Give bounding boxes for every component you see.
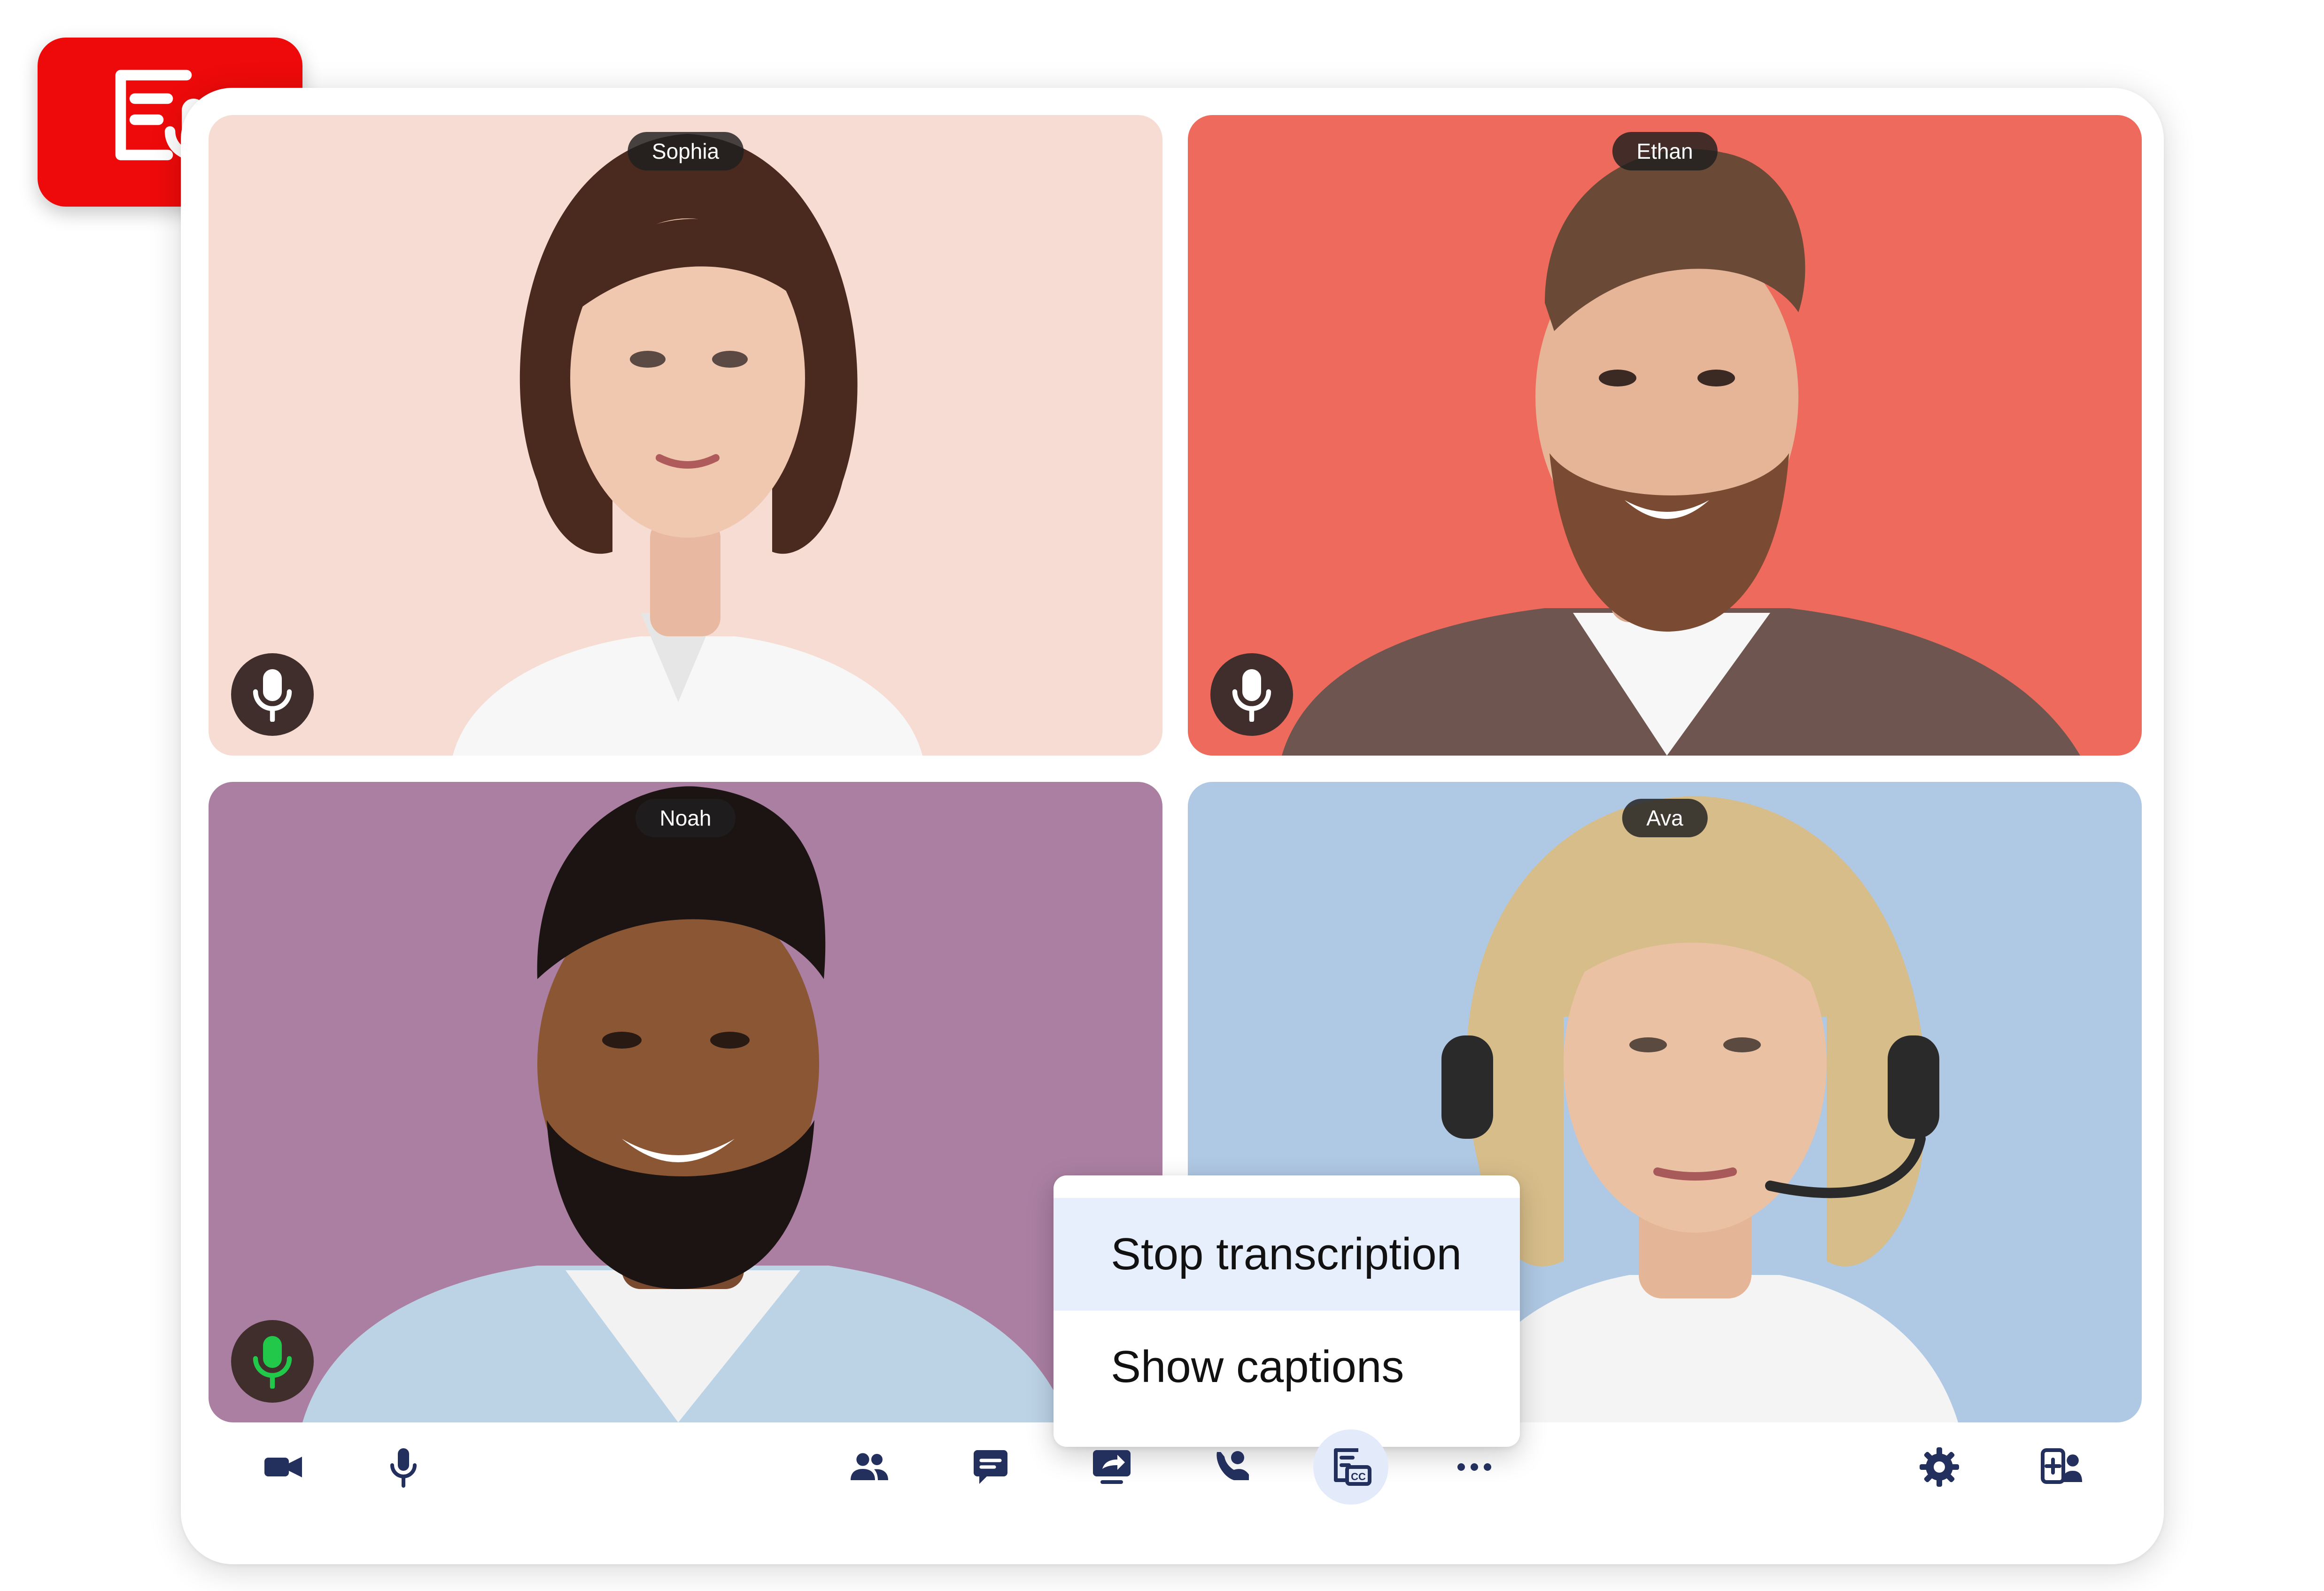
transcription-captions-icon: CC [1334,1448,1371,1486]
participant-name: Noah [635,799,736,837]
chat-icon [974,1450,1007,1484]
video-tile-noah[interactable]: Noah [209,782,1162,1422]
transcription-button[interactable]: CC [1313,1429,1388,1505]
microphone-icon [253,669,292,722]
participants-button[interactable] [834,1432,905,1502]
microphone-icon [390,1448,417,1488]
more-options-button[interactable] [1439,1432,1510,1502]
participant-name: Ethan [1612,132,1718,170]
video-tile-ethan[interactable]: Ethan [1188,115,2142,756]
participant-video-sophia [453,134,922,756]
video-camera-icon [264,1457,302,1477]
participant-video-noah [302,786,1068,1422]
settings-button[interactable] [1904,1432,1975,1502]
transcription-menu: Stop transcription Show captions [1054,1175,1520,1447]
participant-name: Ava [1622,799,1708,837]
more-options-icon [1457,1463,1491,1471]
chat-button[interactable] [955,1432,1026,1502]
share-screen-button[interactable] [1077,1432,1147,1502]
mic-status [231,653,314,736]
microphone-button[interactable] [368,1432,439,1502]
show-captions-menu-item[interactable]: Show captions [1054,1311,1520,1423]
participant-name: Sophia [627,132,744,170]
settings-icon [1920,1447,1959,1487]
phone-person-icon [1216,1451,1249,1480]
stop-transcription-menu-item[interactable]: Stop transcription [1054,1198,1520,1311]
camera-button[interactable] [248,1432,318,1502]
microphone-icon [253,1336,292,1389]
call-button[interactable] [1197,1432,1267,1502]
video-tile-sophia[interactable]: Sophia [209,115,1162,756]
add-participant-icon [2041,1448,2082,1484]
mic-status [1210,653,1293,736]
svg-text:CC: CC [1351,1471,1366,1483]
add-participant-button[interactable] [2026,1432,2097,1502]
participant-video-ethan [1282,149,2080,756]
mic-status-speaking [231,1320,314,1403]
microphone-icon [1232,669,1271,722]
participants-icon [851,1453,888,1480]
share-screen-icon [1093,1450,1131,1484]
